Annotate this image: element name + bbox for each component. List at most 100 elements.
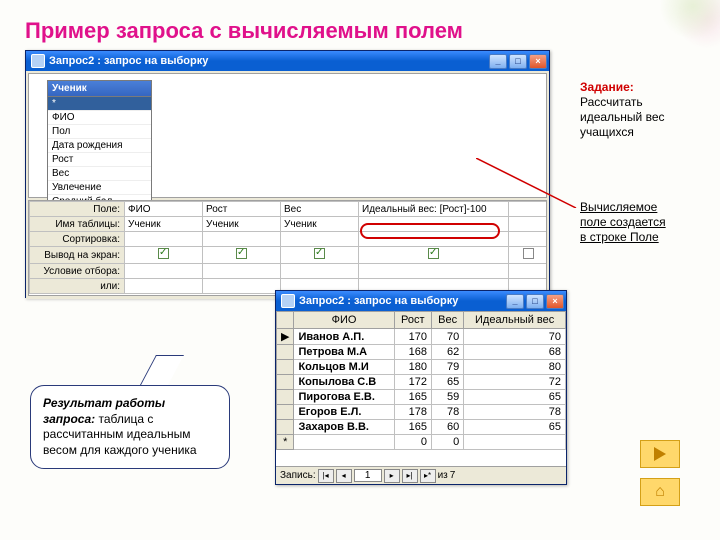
design-grid-cell[interactable] <box>281 247 359 264</box>
result-cell[interactable]: 70 <box>464 329 566 345</box>
nav-new-button[interactable]: ▸* <box>420 469 436 483</box>
design-grid-cell[interactable] <box>509 217 548 232</box>
result-cell[interactable]: 0 <box>394 435 431 450</box>
result-cell[interactable]: 172 <box>394 375 431 390</box>
design-grid-cell[interactable] <box>281 232 359 247</box>
result-cell[interactable]: 65 <box>432 375 464 390</box>
field-list-item[interactable]: Дата рождения <box>48 139 151 153</box>
result-cell[interactable]: Кольцов М.И <box>294 360 394 375</box>
result-cell[interactable]: 0 <box>432 435 464 450</box>
result-column-header[interactable]: Рост <box>394 312 431 329</box>
row-selector[interactable] <box>277 405 294 420</box>
result-cell[interactable]: Иванов А.П. <box>294 329 394 345</box>
result-cell[interactable]: Копылова С.В <box>294 375 394 390</box>
design-grid-cell[interactable] <box>125 232 203 247</box>
field-list-item[interactable]: Увлечение <box>48 181 151 195</box>
result-titlebar[interactable]: Запрос2 : запрос на выборку _ □ × <box>276 291 566 311</box>
result-cell[interactable]: 65 <box>464 390 566 405</box>
design-grid-cell[interactable] <box>203 279 281 294</box>
result-cell[interactable]: 180 <box>394 360 431 375</box>
result-cell[interactable]: Егоров Е.Л. <box>294 405 394 420</box>
result-cell[interactable]: Пирогова Е.В. <box>294 390 394 405</box>
design-grid-cell[interactable] <box>281 264 359 279</box>
result-cell[interactable]: 79 <box>432 360 464 375</box>
design-grid-cell[interactable] <box>125 247 203 264</box>
result-cell[interactable]: 168 <box>394 345 431 360</box>
design-grid-cell[interactable]: Идеальный вес: [Рост]-100 <box>359 202 509 217</box>
result-cell[interactable]: 178 <box>394 405 431 420</box>
maximize-button[interactable]: □ <box>509 54 527 69</box>
design-grid-cell[interactable] <box>203 247 281 264</box>
design-grid-cell[interactable]: Вес <box>281 202 359 217</box>
field-list-item[interactable]: Рост <box>48 153 151 167</box>
nav-next-button[interactable]: ▸ <box>384 469 400 483</box>
design-grid-cell[interactable]: Ученик <box>203 217 281 232</box>
home-icon: ⌂ <box>655 484 665 500</box>
result-cell[interactable]: 78 <box>464 405 566 420</box>
design-grid-cell[interactable]: Ученик <box>281 217 359 232</box>
design-grid-cell[interactable] <box>509 247 548 264</box>
row-selector[interactable] <box>277 345 294 360</box>
result-column-header[interactable]: Идеальный вес <box>464 312 566 329</box>
window-icon <box>31 54 45 68</box>
result-cell[interactable]: 60 <box>432 420 464 435</box>
result-cell[interactable]: 72 <box>464 375 566 390</box>
nav-current-input[interactable] <box>354 469 382 482</box>
result-cell[interactable]: 62 <box>432 345 464 360</box>
design-grid-cell[interactable] <box>509 202 548 217</box>
table-field-list[interactable]: Ученик *ФИОПолДата рожденияРостВесУвлече… <box>47 80 152 210</box>
close-button[interactable]: × <box>529 54 547 69</box>
minimize-button[interactable]: _ <box>506 294 524 309</box>
design-grid-cell[interactable] <box>203 264 281 279</box>
field-list-item[interactable]: * <box>48 97 151 111</box>
nav-last-button[interactable]: ▸| <box>402 469 418 483</box>
design-grid-cell[interactable] <box>509 264 548 279</box>
result-cell[interactable]: 165 <box>394 420 431 435</box>
result-table[interactable]: ФИОРостВесИдеальный вес▶Иванов А.П.17070… <box>276 311 566 450</box>
nav-prev-button[interactable]: ◂ <box>336 469 352 483</box>
tables-pane[interactable]: Ученик *ФИОПолДата рожденияРостВесУвлече… <box>28 73 547 198</box>
design-grid-cell[interactable]: ФИО <box>125 202 203 217</box>
result-cell[interactable]: Петрова М.А <box>294 345 394 360</box>
close-button[interactable]: × <box>546 294 564 309</box>
design-grid-cell[interactable] <box>203 232 281 247</box>
design-grid-cell[interactable] <box>125 279 203 294</box>
minimize-button[interactable]: _ <box>489 54 507 69</box>
home-slide-button[interactable]: ⌂ <box>640 478 680 506</box>
result-cell[interactable]: Захаров В.В. <box>294 420 394 435</box>
field-list-item[interactable]: ФИО <box>48 111 151 125</box>
result-cell[interactable]: 170 <box>394 329 431 345</box>
result-cell[interactable]: 78 <box>432 405 464 420</box>
field-list-item[interactable]: Вес <box>48 167 151 181</box>
design-grid[interactable]: Поле:ФИОРостВесИдеальный вес: [Рост]-100… <box>28 200 547 296</box>
design-grid-cell[interactable] <box>125 264 203 279</box>
design-grid-cell[interactable] <box>359 247 509 264</box>
design-grid-cell[interactable] <box>509 232 548 247</box>
result-cell[interactable]: 80 <box>464 360 566 375</box>
result-cell[interactable]: 165 <box>394 390 431 405</box>
row-selector[interactable] <box>277 360 294 375</box>
result-cell[interactable] <box>294 435 394 450</box>
next-slide-button[interactable] <box>640 440 680 468</box>
result-cell[interactable]: 70 <box>432 329 464 345</box>
nav-first-button[interactable]: |◂ <box>318 469 334 483</box>
result-cell[interactable]: 65 <box>464 420 566 435</box>
row-selector[interactable] <box>277 375 294 390</box>
result-cell[interactable] <box>464 435 566 450</box>
design-grid-cell[interactable]: Ученик <box>125 217 203 232</box>
result-cell[interactable]: 68 <box>464 345 566 360</box>
result-cell[interactable]: 59 <box>432 390 464 405</box>
row-selector[interactable] <box>277 390 294 405</box>
result-column-header[interactable]: Вес <box>432 312 464 329</box>
design-grid-cell[interactable] <box>359 264 509 279</box>
result-column-header[interactable]: ФИО <box>294 312 394 329</box>
row-selector[interactable]: ▶ <box>277 329 294 345</box>
field-list-item[interactable]: Пол <box>48 125 151 139</box>
nav-total: 7 <box>450 470 456 481</box>
new-record-selector[interactable]: * <box>277 435 294 450</box>
design-titlebar[interactable]: Запрос2 : запрос на выборку _ □ × <box>26 51 549 71</box>
maximize-button[interactable]: □ <box>526 294 544 309</box>
row-selector[interactable] <box>277 420 294 435</box>
result-callout: Результат работы запроса: таблица с расс… <box>30 385 230 469</box>
design-grid-cell[interactable]: Рост <box>203 202 281 217</box>
